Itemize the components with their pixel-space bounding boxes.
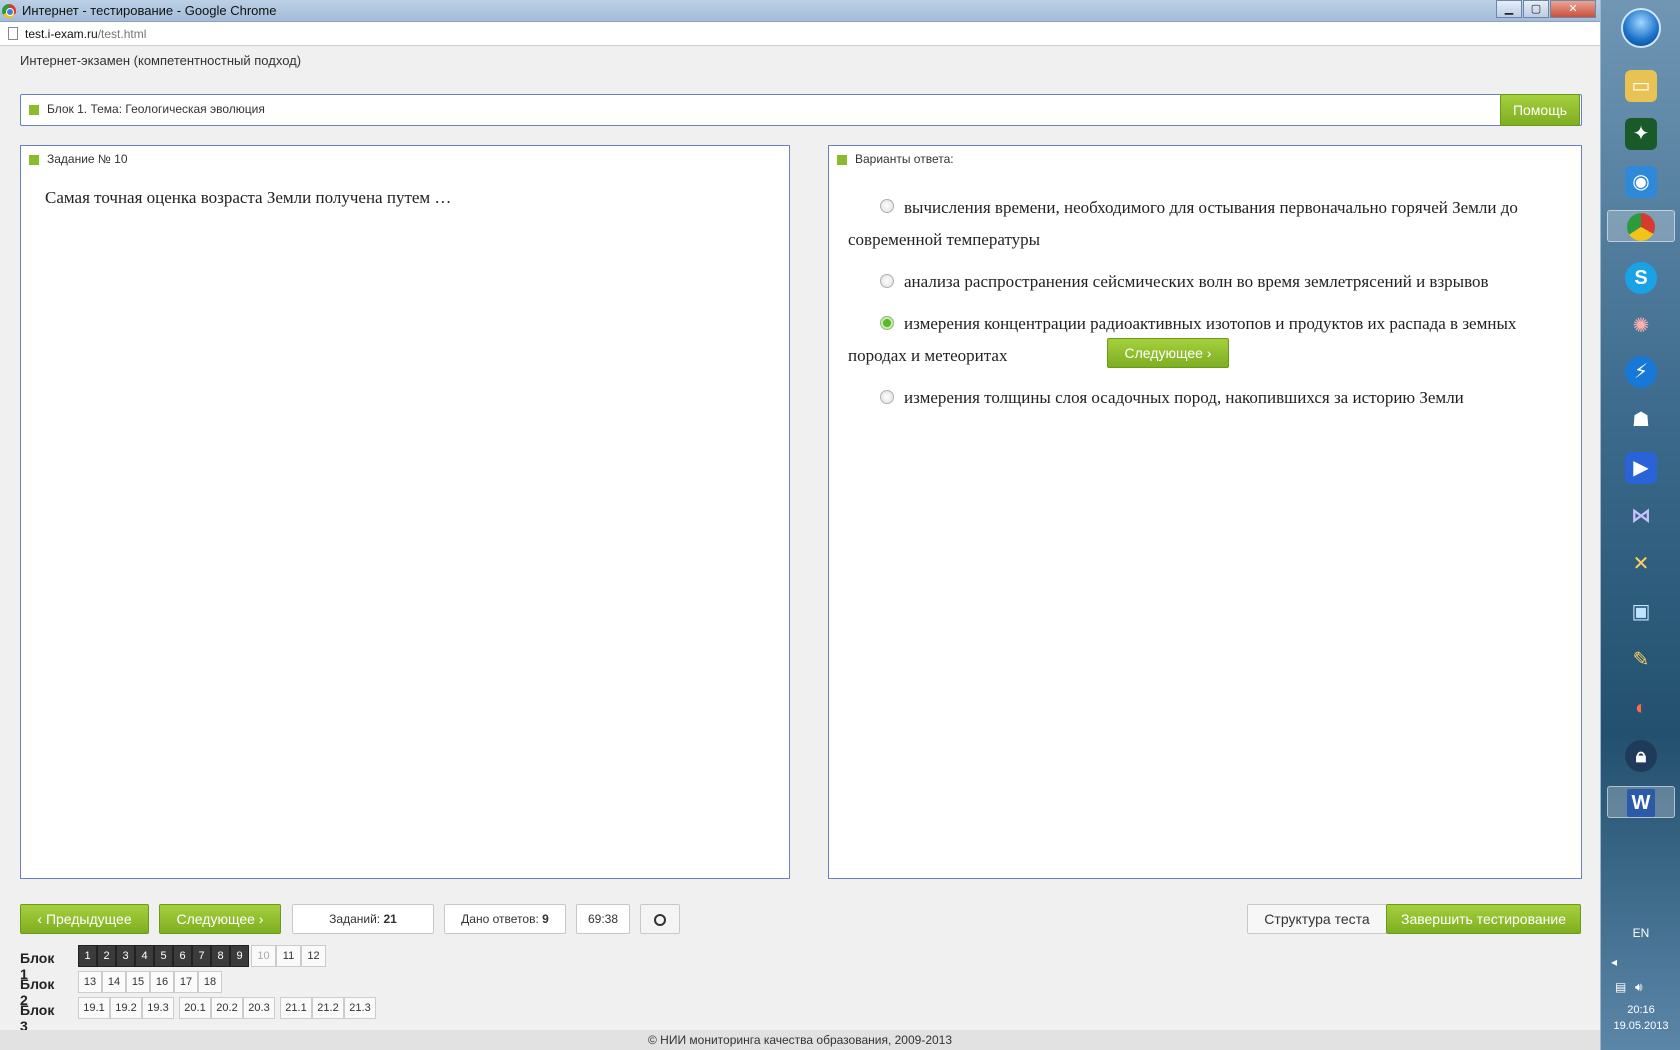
question-cell-20-1[interactable]: 20.1 <box>179 997 211 1019</box>
question-cell-15[interactable]: 15 <box>126 971 150 993</box>
answer-radio[interactable] <box>880 274 894 288</box>
question-cell-10[interactable]: 10 <box>251 945 276 967</box>
answers-header: Варианты ответа: <box>855 152 954 166</box>
task-marker-icon <box>29 154 39 165</box>
prev-button[interactable]: ‹ Предыдущее <box>20 904 149 934</box>
title-bar: Интернет - тестирование - Google Chrome … <box>0 0 1600 22</box>
timer: 69:38 <box>576 904 630 934</box>
clock[interactable]: 20:16 19.05.2013 <box>1601 1002 1680 1034</box>
answers-marker-icon <box>837 154 847 165</box>
chrome-taskbar-icon[interactable] <box>1607 210 1675 242</box>
answer-option-text: измерения толщины слоя осадочных пород, … <box>904 388 1464 407</box>
cleaner-icon[interactable]: ◐ <box>1625 692 1657 724</box>
question-cell-14[interactable]: 14 <box>102 971 126 993</box>
question-cell-8[interactable]: 8 <box>211 945 230 967</box>
taskbar: ▭ ✦ ◉ S ✺ ⚡ ☗ ▶ ⋈ ✕ ▣ ✎ ◐ 🔒︎ W EN ◂ ▤ 🔊︎… <box>1600 0 1680 1050</box>
answer-option[interactable]: анализа распространения сейсмических вол… <box>848 266 1548 298</box>
tray-arrow-icon[interactable]: ◂ <box>1611 955 1617 969</box>
question-cell-4[interactable]: 4 <box>135 945 154 967</box>
language-indicator[interactable]: EN <box>1601 926 1680 940</box>
page-icon <box>8 27 18 40</box>
chevron-right-icon: › <box>258 911 264 927</box>
chevron-right-icon: › <box>1206 345 1212 361</box>
test-structure-button[interactable]: Структура теста <box>1247 904 1387 934</box>
tools-icon[interactable]: ✕ <box>1625 548 1657 580</box>
question-cell-17[interactable]: 17 <box>174 971 198 993</box>
question-cell-21-2[interactable]: 21.2 <box>312 997 344 1019</box>
question-cell-3[interactable]: 3 <box>116 945 135 967</box>
chrome-icon <box>2 4 16 18</box>
question-cell-18[interactable]: 18 <box>198 971 222 993</box>
block-header-panel: Блок 1. Тема: Геологическая эволюция <box>20 94 1582 126</box>
address-bar[interactable]: test.i-exam.ru/test.html <box>0 22 1600 46</box>
question-cell-9[interactable]: 9 <box>230 945 249 967</box>
network-tray-icon[interactable]: ▤ <box>1615 980 1626 994</box>
answer-option-text: вычисления времени, необходимого для ост… <box>848 198 1518 249</box>
question-cell-13[interactable]: 13 <box>78 971 102 993</box>
lightning-icon[interactable]: ⚡ <box>1625 356 1657 388</box>
volume-icon[interactable]: 🔊︎ <box>1635 980 1643 995</box>
lock-icon[interactable]: 🔒︎ <box>1625 740 1657 772</box>
clock-button[interactable] <box>640 904 680 934</box>
task-panel: Задание № 10 <box>20 145 790 879</box>
question-cell-2[interactable]: 2 <box>97 945 116 967</box>
clock-icon <box>654 913 666 926</box>
question-cell-7[interactable]: 7 <box>192 945 211 967</box>
chevron-left-icon: ‹ <box>37 911 43 927</box>
question-cell-12[interactable]: 12 <box>301 945 326 967</box>
question-cell-19-2[interactable]: 19.2 <box>110 997 142 1019</box>
question-text: Самая точная оценка возраста Земли получ… <box>45 188 452 207</box>
question-cell-1[interactable]: 1 <box>78 945 97 967</box>
answer-radio-selected[interactable] <box>880 316 894 330</box>
minimize-button[interactable]: ▁ <box>1496 0 1522 18</box>
inline-next-button[interactable]: Следующее › <box>1107 338 1229 368</box>
app-title: Интернет-экзамен (компетентностный подхо… <box>20 53 302 68</box>
maximize-button[interactable]: ▢ <box>1523 0 1549 18</box>
answer-radio[interactable] <box>880 199 894 213</box>
question-cell-6[interactable]: 6 <box>173 945 192 967</box>
skype-icon[interactable]: S <box>1625 262 1657 294</box>
start-button[interactable] <box>1621 8 1661 48</box>
answer-option-text: анализа распространения сейсмических вол… <box>904 272 1489 291</box>
question-cell-16[interactable]: 16 <box>150 971 174 993</box>
task-header: Задание № 10 <box>47 152 128 166</box>
tasks-count-box: Заданий: 21 <box>292 904 434 934</box>
answer-option[interactable]: измерения толщины слоя осадочных пород, … <box>848 382 1548 414</box>
play-icon[interactable]: ▶ <box>1625 452 1657 484</box>
folder-icon[interactable]: ▭ <box>1625 70 1657 102</box>
answer-radio[interactable] <box>880 390 894 404</box>
word-icon[interactable]: W <box>1607 786 1675 818</box>
question-cell-20-2[interactable]: 20.2 <box>211 997 243 1019</box>
footer: © НИИ мониторинга качества образования, … <box>0 1030 1600 1050</box>
block-marker-icon <box>29 104 39 115</box>
answer-option[interactable]: вычисления времени, необходимого для ост… <box>848 192 1548 256</box>
close-button[interactable]: ✕ <box>1550 0 1596 18</box>
browser-window: Интернет - тестирование - Google Chrome … <box>0 0 1600 1050</box>
network-icon[interactable]: ✦ <box>1625 118 1657 150</box>
question-cell-21-1[interactable]: 21.1 <box>280 997 312 1019</box>
question-cell-19-1[interactable]: 19.1 <box>78 997 110 1019</box>
atom-icon[interactable]: ✺ <box>1625 310 1657 342</box>
question-cell-11[interactable]: 11 <box>276 945 301 967</box>
help-button[interactable]: Помощь <box>1500 94 1580 126</box>
settings-shield-icon[interactable]: ✎ <box>1625 644 1657 676</box>
url-text[interactable]: test.i-exam.ru/test.html <box>25 27 146 41</box>
window-title: Интернет - тестирование - Google Chrome <box>22 3 277 18</box>
block-header-label: Блок 1. Тема: Геологическая эволюция <box>47 102 265 116</box>
question-cell-5[interactable]: 5 <box>154 945 173 967</box>
bowtie-icon[interactable]: ⋈ <box>1625 500 1657 532</box>
next-button[interactable]: Следующее › <box>159 904 281 934</box>
answered-count-box: Дано ответов: 9 <box>444 904 566 934</box>
globe-icon[interactable]: ◉ <box>1625 166 1657 198</box>
question-cell-19-3[interactable]: 19.3 <box>142 997 174 1019</box>
question-cell-20-3[interactable]: 20.3 <box>243 997 275 1019</box>
question-cell-21-3[interactable]: 21.3 <box>344 997 376 1019</box>
monitor-icon[interactable]: ▣ <box>1625 596 1657 628</box>
fox-icon[interactable]: ☗ <box>1625 404 1657 436</box>
finish-test-button[interactable]: Завершить тестирование <box>1386 904 1581 934</box>
